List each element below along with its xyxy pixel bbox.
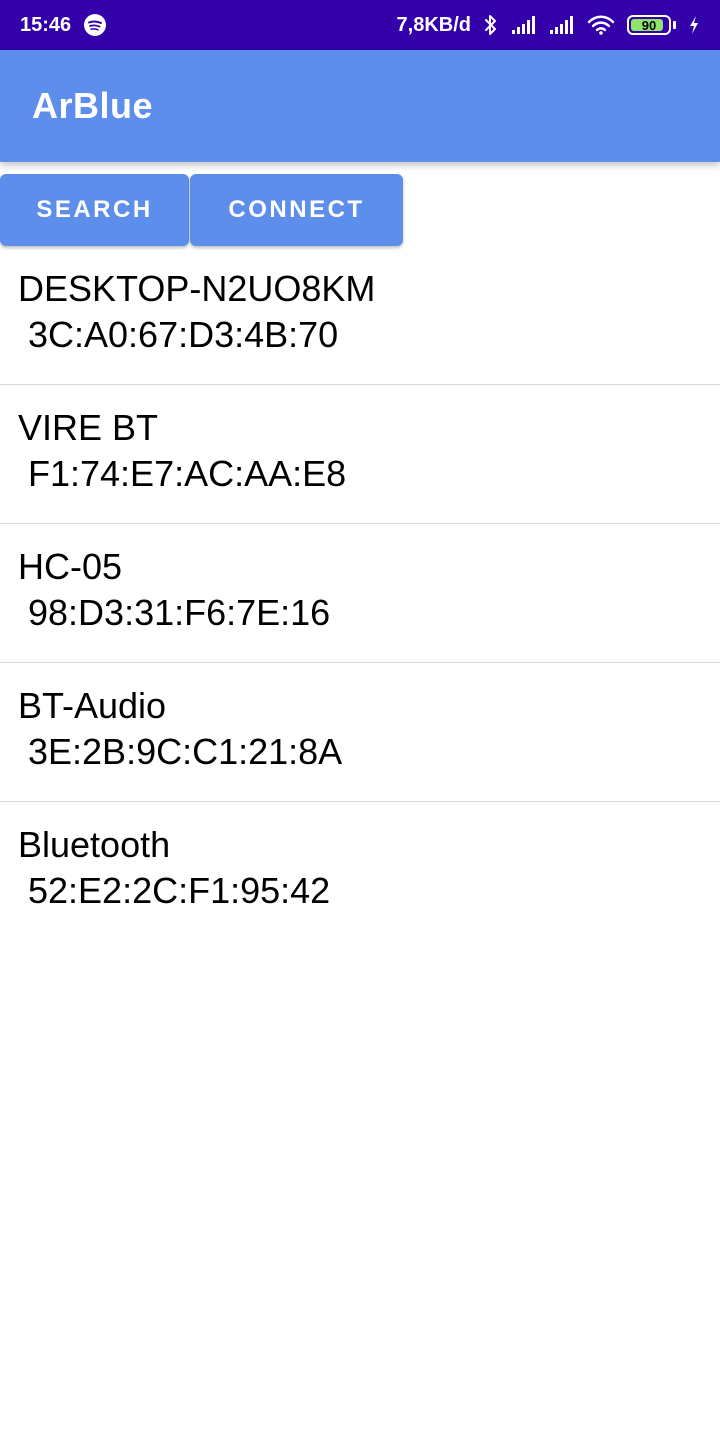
device-name: HC-05 [18,546,123,587]
device-name: DESKTOP-N2UO8KM [18,268,376,309]
action-button-row: SEARCH CONNECT [0,162,720,246]
device-mac-address: F1:74:E7:AC:AA:E8 [28,453,347,494]
list-item[interactable]: VIRE BT F1:74:E7:AC:AA:E8 [0,385,720,524]
signal-icon [511,15,537,35]
device-list: DESKTOP-N2UO8KM 3C:A0:67:D3:4B:70 VIRE B… [0,246,720,941]
list-item[interactable]: HC-05 98:D3:31:F6:7E:16 [0,524,720,663]
battery-icon: 90 [627,15,676,35]
list-item[interactable]: Bluetooth 52:E2:2C:F1:95:42 [0,802,720,941]
battery-cap [673,21,676,29]
device-mac-address: 3C:A0:67:D3:4B:70 [28,314,339,355]
battery-level: 90 [641,17,657,33]
device-mac-address: 52:E2:2C:F1:95:42 [28,870,331,911]
list-item[interactable]: BT-Audio 3E:2B:9C:C1:21:8A [0,663,720,802]
device-name: BT-Audio [18,685,167,726]
list-item[interactable]: DESKTOP-N2UO8KM 3C:A0:67:D3:4B:70 [0,246,720,385]
charging-icon [688,15,700,35]
battery-body: 90 [627,15,671,35]
device-mac-address: 3E:2B:9C:C1:21:8A [28,731,343,772]
network-speed: 7,8KB/d [396,13,471,36]
app-title: ArBlue [32,85,154,126]
device-name: Bluetooth [18,824,171,865]
search-button[interactable]: SEARCH [0,174,189,246]
app-bar: ArBlue [0,50,720,162]
device-mac-address: 98:D3:31:F6:7E:16 [28,592,331,633]
status-right: 7,8KB/d 90 [397,14,700,37]
status-bar: 15:46 7,8KB/d 90 [0,0,720,50]
device-name: VIRE BT [18,407,159,448]
status-left: 15:46 [20,13,107,37]
bluetooth-icon [483,14,499,36]
wifi-icon [587,15,615,35]
signal-icon [549,15,575,35]
status-time: 15:46 [20,13,72,36]
connect-button[interactable]: CONNECT [190,174,403,246]
spotify-icon [83,13,107,37]
